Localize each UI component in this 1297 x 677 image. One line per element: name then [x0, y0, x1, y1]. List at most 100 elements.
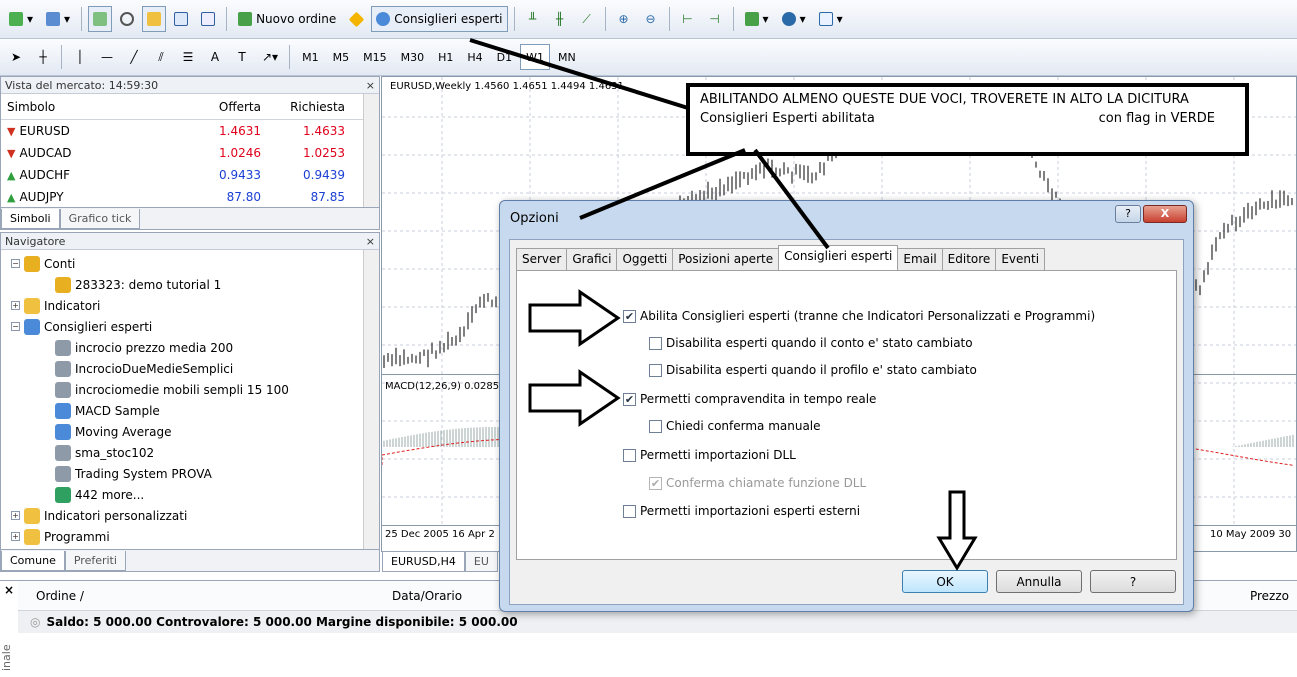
checkbox-checked-icon[interactable]: ✔: [623, 392, 636, 406]
checkbox-icon[interactable]: [649, 419, 662, 433]
navigator-item[interactable]: IncrocioDueMedieSemplici: [11, 358, 379, 379]
column-order[interactable]: Ordine /: [36, 589, 84, 603]
zoom-out-button[interactable]: ⊖: [639, 6, 663, 32]
text-label-tool[interactable]: T: [230, 44, 254, 70]
tab-favorites[interactable]: Preferiti: [64, 551, 126, 571]
navigator-item[interactable]: + Indicatori: [11, 295, 379, 316]
timeframe-d1[interactable]: D1: [491, 44, 518, 70]
fibonacci-tool[interactable]: ☰: [176, 44, 200, 70]
dialog-tab[interactable]: Consiglieri esperti: [778, 245, 899, 270]
autoscroll-button[interactable]: ⊢: [676, 6, 700, 32]
expert-advisors-button[interactable]: Consiglieri esperti: [371, 6, 508, 32]
tab-eu[interactable]: EU: [464, 551, 498, 572]
metaeditor-button[interactable]: [344, 6, 368, 32]
checkbox-checked-icon[interactable]: ✔: [623, 309, 636, 323]
new-order-button[interactable]: Nuovo ordine: [233, 6, 341, 32]
periods-button[interactable]: ▾: [777, 6, 811, 32]
navigator-toggle[interactable]: [142, 6, 167, 32]
expand-icon[interactable]: +: [11, 301, 20, 310]
horizontal-line-tool[interactable]: —: [95, 44, 119, 70]
tab-symbols[interactable]: Simboli: [1, 209, 60, 229]
navigator-item[interactable]: − Conti: [11, 253, 379, 274]
column-ask[interactable]: Richiesta: [261, 100, 349, 114]
text-tool[interactable]: A: [203, 44, 227, 70]
column-datetime[interactable]: Data/Orario: [392, 589, 462, 603]
dialog-tab[interactable]: Posizioni aperte: [672, 248, 780, 270]
close-icon[interactable]: ×: [366, 235, 375, 248]
indicators-button[interactable]: ▾: [740, 6, 774, 32]
dialog-tab[interactable]: Eventi: [995, 248, 1046, 270]
checkbox-icon[interactable]: [649, 363, 662, 377]
timeframe-h4[interactable]: H4: [461, 44, 488, 70]
collapse-icon[interactable]: −: [11, 259, 20, 268]
help-title-button[interactable]: ?: [1115, 205, 1141, 223]
timeframe-m5[interactable]: M5: [327, 44, 356, 70]
market-watch-row[interactable]: ▼ AUDCAD 1.0246 1.0253: [1, 142, 379, 164]
navigator-item[interactable]: incrocio prezzo media 200: [11, 337, 379, 358]
dialog-tab[interactable]: Editore: [941, 248, 997, 270]
new-chart-button[interactable]: ▾: [4, 6, 38, 32]
navigator-item[interactable]: 283323: demo tutorial 1: [11, 274, 379, 295]
timeframe-m30[interactable]: M30: [395, 44, 431, 70]
market-watch-scrollbar[interactable]: [363, 94, 379, 208]
line-chart-button[interactable]: ⟋: [575, 6, 599, 32]
terminal-toggle[interactable]: [169, 6, 193, 32]
candlestick-button[interactable]: ╫: [548, 6, 572, 32]
dialog-tab[interactable]: Server: [516, 248, 568, 270]
tab-common[interactable]: Comune: [1, 551, 65, 571]
data-window-toggle[interactable]: [115, 6, 139, 32]
dialog-tab[interactable]: Oggetti: [616, 248, 674, 270]
navigator-item[interactable]: 442 more...: [11, 484, 379, 505]
market-watch-toggle[interactable]: [88, 6, 113, 32]
zoom-in-button[interactable]: ⊕: [612, 6, 636, 32]
timeframe-h1[interactable]: H1: [432, 44, 459, 70]
cancel-button[interactable]: Annulla: [996, 570, 1082, 593]
dialog-tab[interactable]: Email: [897, 248, 943, 270]
chart-shift-button[interactable]: ⊣: [703, 6, 727, 32]
timeframe-w1[interactable]: W1: [520, 44, 550, 70]
navigator-item[interactable]: sma_stoc102: [11, 442, 379, 463]
option-allow-live-trading[interactable]: ✔ Permetti compravendita in tempo reale: [623, 392, 876, 406]
crosshair-tool[interactable]: ┼: [31, 44, 55, 70]
close-dialog-button[interactable]: X: [1143, 205, 1187, 223]
tab-tick-chart[interactable]: Grafico tick: [59, 209, 141, 229]
navigator-item[interactable]: + Indicatori personalizzati: [11, 505, 379, 526]
profiles-button[interactable]: ▾: [41, 6, 75, 32]
option-allow-external-experts[interactable]: Permetti importazioni esperti esterni: [623, 504, 860, 518]
expand-icon[interactable]: +: [11, 532, 20, 541]
collapse-icon[interactable]: −: [11, 322, 20, 331]
trendline-tool[interactable]: ╱: [122, 44, 146, 70]
help-button[interactable]: ?: [1090, 570, 1176, 593]
bar-chart-button[interactable]: ╨: [521, 6, 545, 32]
option-allow-dll[interactable]: Permetti importazioni DLL: [623, 448, 796, 462]
cursor-tool[interactable]: ➤: [4, 44, 28, 70]
market-watch-row[interactable]: ▲ AUDJPY 87.80 87.85: [1, 186, 379, 208]
navigator-item[interactable]: + Programmi: [11, 526, 379, 547]
column-bid[interactable]: Offerta: [181, 100, 261, 114]
expand-icon[interactable]: +: [11, 511, 20, 520]
navigator-item[interactable]: − Consiglieri esperti: [11, 316, 379, 337]
close-icon[interactable]: ×: [366, 79, 375, 92]
checkbox-icon[interactable]: [623, 504, 636, 518]
option-disable-profile-change[interactable]: Disabilita esperti quando il profilo e' …: [649, 363, 977, 377]
market-watch-row[interactable]: ▼ EURUSD 1.4631 1.4633: [1, 120, 379, 142]
dialog-tab[interactable]: Grafici: [566, 248, 618, 270]
timeframe-m1[interactable]: M1: [296, 44, 325, 70]
navigator-item[interactable]: MACD Sample: [11, 400, 379, 421]
templates-button[interactable]: ▾: [814, 6, 848, 32]
checkbox-icon[interactable]: [623, 448, 636, 462]
option-enable-experts[interactable]: ✔ Abilita Consiglieri esperti (tranne che…: [623, 309, 1095, 323]
option-ask-manual-confirm[interactable]: Chiedi conferma manuale: [649, 419, 821, 433]
navigator-item[interactable]: Moving Average: [11, 421, 379, 442]
arrows-tool[interactable]: ↗▾: [257, 44, 283, 70]
navigator-scrollbar[interactable]: [363, 250, 379, 550]
option-disable-account-change[interactable]: Disabilita esperti quando il conto e' st…: [649, 336, 973, 350]
column-price[interactable]: Prezzo: [1250, 589, 1289, 603]
ok-button[interactable]: OK: [902, 570, 988, 593]
tab-eurusd-h4[interactable]: EURUSD,H4: [382, 551, 465, 572]
strategy-tester-toggle[interactable]: [196, 6, 220, 32]
navigator-item[interactable]: incrociomedie mobili sempli 15 100: [11, 379, 379, 400]
equidistant-channel-tool[interactable]: ⫽: [149, 44, 173, 70]
timeframe-m15[interactable]: M15: [357, 44, 393, 70]
timeframe-mn[interactable]: MN: [552, 44, 582, 70]
